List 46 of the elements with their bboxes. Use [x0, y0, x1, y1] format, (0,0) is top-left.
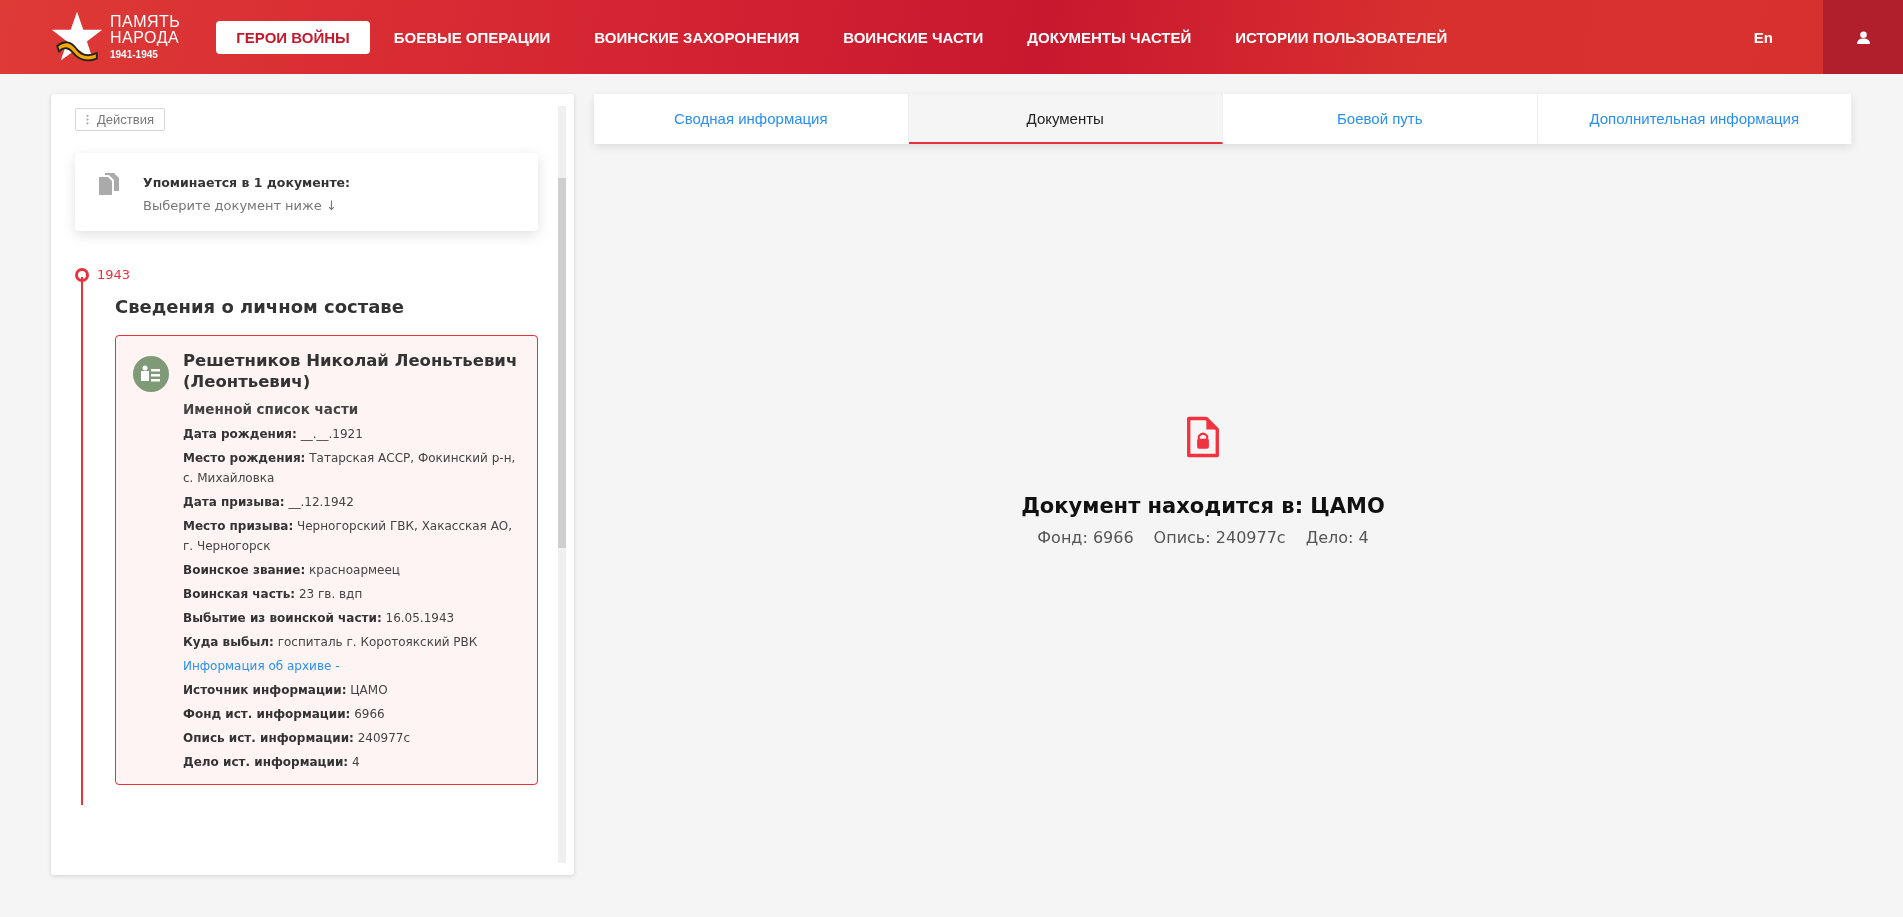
tab[interactable]: Документы — [908, 94, 1223, 144]
tab[interactable]: Боевой путь — [1223, 94, 1538, 144]
person-list-icon — [133, 356, 169, 392]
nav-link[interactable]: БОЕВЫЕ ОПЕРАЦИИ — [373, 20, 571, 54]
user-icon — [1855, 29, 1871, 45]
nav-link[interactable]: ИСТОРИИ ПОЛЬЗОВАТЕЛЕЙ — [1215, 20, 1468, 54]
nav-link[interactable]: ДОКУМЕНТЫ ЧАСТЕЙ — [1007, 20, 1212, 54]
document-location-title: Документ находится в: ЦАМО — [1021, 494, 1385, 518]
mentions-hint: Выберите документ ниже ↓ — [143, 198, 338, 213]
record-field: Куда выбыл: госпиталь г. Коротоякский РВК — [183, 635, 478, 649]
record-field: Воинская часть: 23 гв. вдп — [183, 587, 363, 601]
user-button[interactable] — [1823, 0, 1903, 74]
record-field: Опись ист. информации: 240977с — [183, 731, 411, 745]
logo-title: НАРОДА — [110, 30, 181, 46]
record-field: Выбытие из воинской части: 16.05.1943 — [183, 611, 455, 625]
language-link[interactable]: En — [1753, 28, 1773, 46]
tab[interactable]: Сводная информация — [594, 94, 909, 144]
document-detail: Фонд: 6966 — [1037, 528, 1134, 547]
actions-button[interactable]: Действия — [75, 108, 165, 131]
nav-link[interactable]: ВОИНСКИЕ ЧАСТИ — [823, 20, 1004, 54]
record-field: Фонд ист. информации: 6966 — [183, 707, 385, 721]
scrollbar-thumb[interactable] — [558, 178, 566, 548]
record-field: Воинское звание: красноармеец — [183, 563, 400, 577]
logo-title: ПАМЯТЬ — [110, 14, 181, 30]
document-detail: Дело: 4 — [1305, 528, 1369, 547]
list-title: Именной список части — [183, 401, 359, 417]
mentions-title: Упоминается в 1 документе: — [143, 175, 351, 190]
person-name: Решетников Николай Леоньтьевич (Леонтьевич) — [183, 350, 519, 392]
archive-info-link[interactable]: Информация об архиве - — [183, 659, 340, 673]
record-field: Дело ист. информации: 4 — [183, 755, 360, 769]
nav-link[interactable]: ГЕРОИ ВОЙНЫ — [216, 20, 370, 54]
record-field: Дата призыва: __.12.1942 — [183, 495, 354, 509]
timeline-year: 1943 — [97, 267, 131, 282]
nav-link[interactable]: ВОИНСКИЕ ЗАХОРОНЕНИЯ — [574, 20, 820, 54]
locked-document-icon — [1186, 416, 1220, 458]
dots-icon — [86, 114, 89, 125]
section-title: Сведения о личном составе — [115, 296, 405, 317]
record-field: Источник информации: ЦАМО — [183, 683, 388, 697]
timeline-dot — [75, 267, 89, 282]
tab[interactable]: Дополнительная информация — [1537, 94, 1852, 144]
record-field: Дата рождения: __.__.1921 — [183, 427, 363, 441]
star-ribbon-logo-icon — [50, 10, 104, 64]
documents-icon — [99, 173, 119, 197]
record-field: Место рождения: Татарская АССР, Фокинский р-н, с. Михайловка — [183, 451, 516, 485]
logo-years: 1941-1945 — [110, 50, 159, 60]
document-detail: Опись: 240977с — [1153, 528, 1286, 547]
